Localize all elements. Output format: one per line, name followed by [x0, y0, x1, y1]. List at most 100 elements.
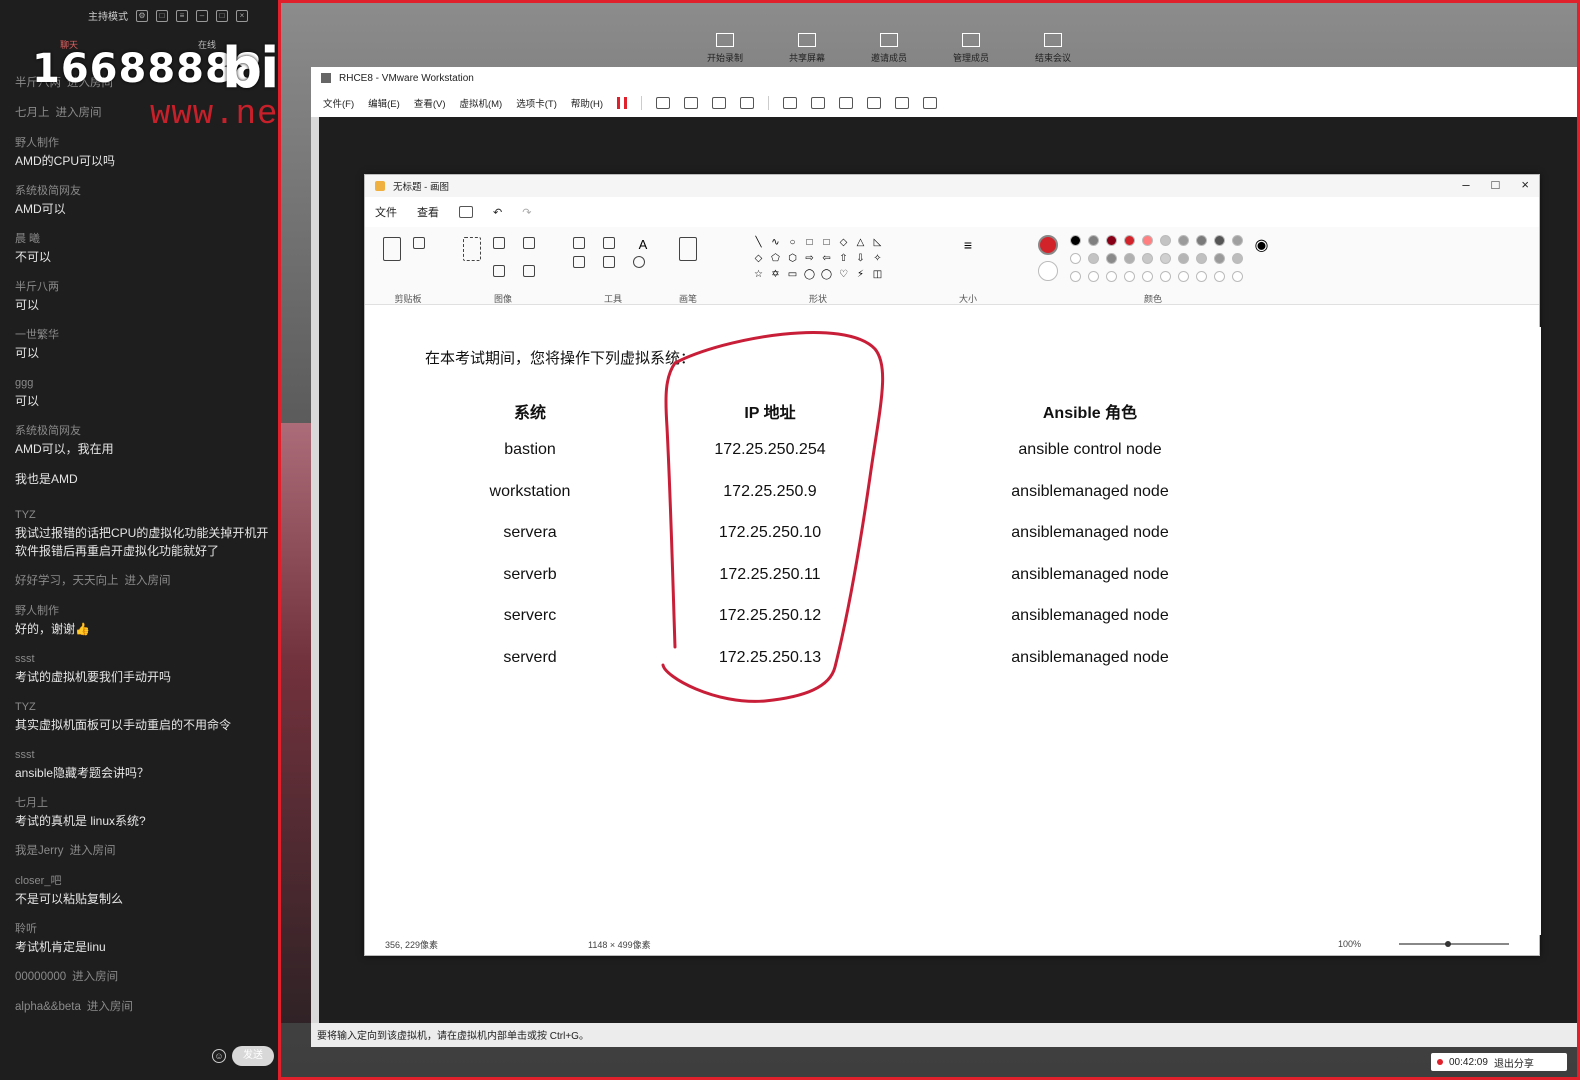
shape-icon[interactable]: ○: [787, 237, 799, 249]
redo-icon[interactable]: ↷: [522, 206, 531, 219]
fullscreen-icon[interactable]: [839, 97, 854, 109]
stretch-icon[interactable]: [923, 97, 938, 109]
resize-icon[interactable]: [493, 265, 505, 277]
custom-color-swatch[interactable]: [1159, 271, 1171, 282]
thumbnail-icon[interactable]: [811, 97, 826, 109]
color-swatch[interactable]: [1159, 253, 1171, 264]
meeting-action-record[interactable]: 开始录制: [699, 33, 751, 64]
snapshot-icon[interactable]: [684, 97, 699, 109]
shape-icon[interactable]: ✧: [872, 253, 884, 265]
text-tool-icon[interactable]: A: [633, 237, 653, 252]
rotate-icon[interactable]: [523, 237, 535, 249]
color-swatch[interactable]: [1123, 235, 1135, 246]
color-swatch[interactable]: [1087, 253, 1099, 264]
snapshot-manager-icon[interactable]: [740, 97, 755, 109]
color-swatch[interactable]: [1141, 253, 1153, 264]
menu-help[interactable]: 帮助(H): [571, 96, 603, 110]
meeting-action-manage[interactable]: 管理成员: [945, 33, 997, 64]
edit-colors-icon[interactable]: ◉: [1255, 235, 1269, 282]
color-swatch[interactable]: [1159, 235, 1171, 246]
color-swatch[interactable]: [1069, 253, 1081, 264]
custom-color-swatch[interactable]: [1195, 271, 1207, 282]
save-icon[interactable]: [459, 206, 473, 218]
color-swatch[interactable]: [1195, 235, 1207, 246]
popout-icon[interactable]: □: [156, 9, 168, 22]
custom-color-swatch[interactable]: [1213, 271, 1225, 282]
color-swatch[interactable]: [1231, 235, 1243, 246]
zoom-slider[interactable]: [1399, 943, 1509, 945]
menu-edit[interactable]: 编辑(E): [368, 96, 400, 110]
custom-color-swatch[interactable]: [1069, 271, 1081, 282]
shape-icon[interactable]: ╲: [753, 237, 765, 249]
revert-snapshot-icon[interactable]: [712, 97, 727, 109]
eraser-icon[interactable]: [573, 256, 585, 268]
color-swatch[interactable]: [1087, 235, 1099, 246]
paste-icon[interactable]: [383, 237, 401, 261]
menu-vm[interactable]: 虚拟机(M): [459, 96, 502, 110]
shape-icon[interactable]: ⇩: [855, 253, 867, 265]
color-swatch[interactable]: [1069, 235, 1081, 246]
color-swatch[interactable]: [1105, 253, 1117, 264]
menu-file[interactable]: 文件(F): [323, 96, 354, 110]
emoji-icon[interactable]: ☺: [212, 1049, 226, 1063]
unity-icon[interactable]: [867, 97, 882, 109]
zoom-slider-knob[interactable]: [1445, 941, 1451, 947]
cut-icon[interactable]: [413, 237, 425, 249]
minimize-icon[interactable]: –: [196, 9, 208, 22]
menu-tabs[interactable]: 选项卡(T): [516, 96, 557, 110]
undo-icon[interactable]: ↶: [493, 206, 502, 219]
library-icon[interactable]: [783, 97, 798, 109]
shape-icon[interactable]: ⇨: [804, 253, 816, 265]
shape-icon[interactable]: ⇧: [838, 253, 850, 265]
close-icon[interactable]: ×: [1521, 177, 1529, 192]
shape-icon[interactable]: △: [855, 237, 867, 249]
custom-color-swatch[interactable]: [1123, 271, 1135, 282]
custom-color-swatch[interactable]: [1141, 271, 1153, 282]
color-swatch[interactable]: [1105, 235, 1117, 246]
brush-icon[interactable]: [679, 237, 697, 261]
shape-icon[interactable]: ◇: [838, 237, 850, 249]
shape-icon[interactable]: ◺: [872, 237, 884, 249]
maximize-icon[interactable]: □: [1492, 177, 1500, 192]
send-button[interactable]: 发送: [232, 1046, 274, 1066]
paint-menu-file[interactable]: 文件: [375, 204, 397, 220]
color-swatch[interactable]: [1177, 253, 1189, 264]
paint-canvas[interactable]: 在本考试期间，您将操作下列虚拟系统： 系统 IP 地址 Ansible 角色 b…: [365, 327, 1541, 935]
color-swatch[interactable]: [1195, 253, 1207, 264]
primary-color-swatch[interactable]: [1037, 235, 1058, 255]
shape-icon[interactable]: ◯: [804, 269, 816, 281]
pause-icon[interactable]: [617, 97, 628, 109]
fill-icon[interactable]: [603, 237, 615, 249]
color-swatch[interactable]: [1213, 235, 1225, 246]
meeting-action-end[interactable]: 结束会议: [1027, 33, 1079, 64]
custom-color-swatch[interactable]: [1087, 271, 1099, 282]
color-swatch[interactable]: [1177, 235, 1189, 246]
color-swatch[interactable]: [1123, 253, 1135, 264]
shape-icon[interactable]: ◯: [821, 269, 833, 281]
magnifier-icon[interactable]: [633, 256, 645, 268]
custom-color-swatch[interactable]: [1177, 271, 1189, 282]
minimize-icon[interactable]: –: [1462, 177, 1469, 192]
custom-color-swatch[interactable]: [1231, 271, 1243, 282]
paint-menu-view[interactable]: 查看: [417, 204, 439, 220]
color-swatch[interactable]: [1141, 235, 1153, 246]
color-swatch[interactable]: [1231, 253, 1243, 264]
shape-icon[interactable]: ⬠: [770, 253, 782, 265]
color-picker-icon[interactable]: [603, 256, 615, 268]
settings-icon[interactable]: ⚙: [136, 9, 148, 22]
shape-icon[interactable]: ◫: [872, 269, 884, 281]
color-swatch[interactable]: [1213, 253, 1225, 264]
select-icon[interactable]: [463, 237, 481, 261]
shape-icon[interactable]: ☆: [753, 269, 765, 281]
shape-icon[interactable]: ♡: [838, 269, 850, 281]
maximize-icon[interactable]: □: [216, 9, 228, 22]
menu-view[interactable]: 查看(V): [414, 96, 446, 110]
line-size-icon[interactable]: ≡: [964, 237, 972, 253]
console-view-icon[interactable]: [895, 97, 910, 109]
crop-icon[interactable]: [493, 237, 505, 249]
menu-icon[interactable]: ≡: [176, 9, 188, 22]
meeting-action-invite[interactable]: 邀请成员: [863, 33, 915, 64]
shape-icon[interactable]: ⬡: [787, 253, 799, 265]
shape-icon[interactable]: □: [821, 237, 833, 249]
exit-share-button[interactable]: 退出分享: [1494, 1055, 1534, 1070]
